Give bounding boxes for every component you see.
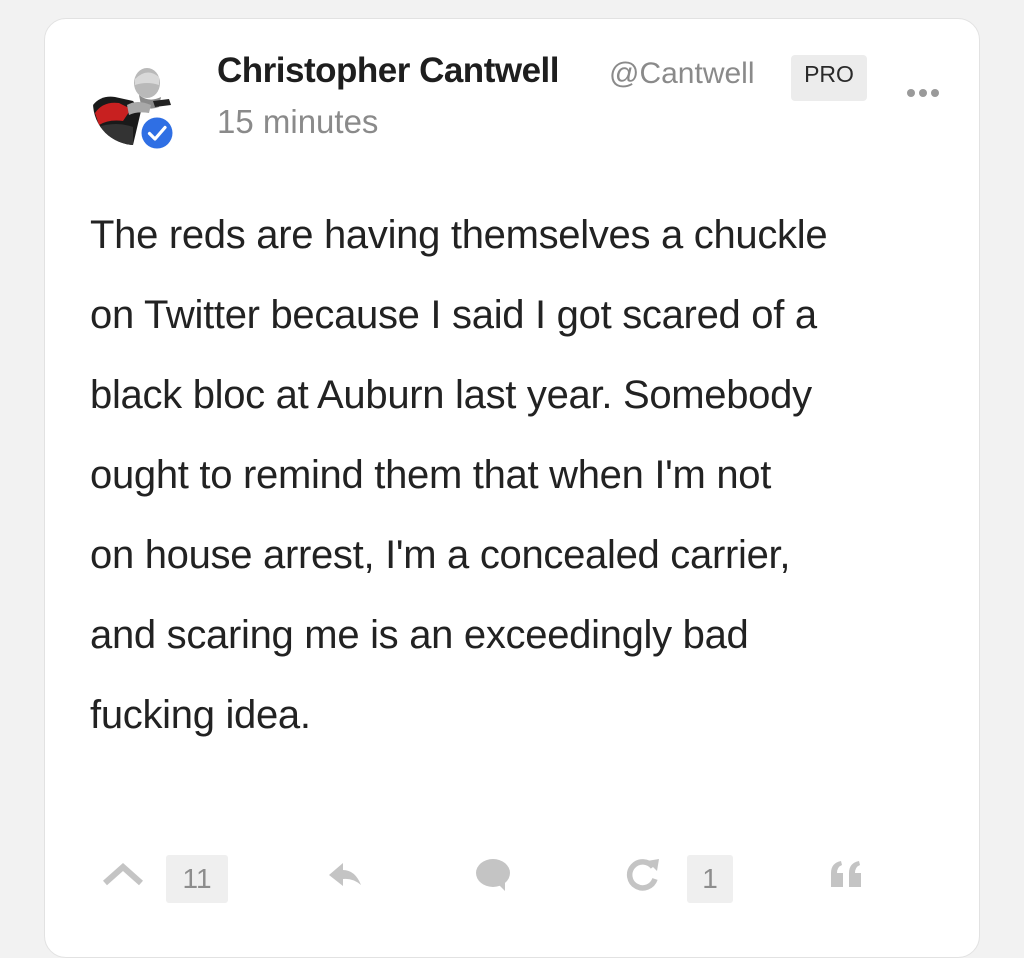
upvote-button[interactable]	[101, 851, 145, 897]
post-text-line: The reds are having themselves a chuckle	[90, 213, 828, 257]
pro-badge: PRO	[791, 55, 867, 101]
chevron-up-icon	[103, 862, 143, 886]
author-name[interactable]: Christopher Cantwell	[217, 51, 559, 91]
comment-button[interactable]	[473, 851, 513, 897]
comment-bubble-icon	[476, 859, 510, 891]
upvote-count: 11	[166, 855, 228, 903]
post-text-line: ought to remind them that when I'm not	[90, 453, 772, 497]
verified-badge-fill	[141, 117, 173, 149]
verified-badge-icon	[137, 113, 177, 153]
repost-icon	[626, 859, 659, 891]
post-text-line: and scaring me is an exceedingly bad	[90, 613, 749, 657]
post-card: Christopher Cantwell @Cantwell PRO 15 mi…	[44, 18, 980, 958]
reply-icon	[329, 863, 361, 886]
post-body: The reds are having themselves a chuckle…	[90, 195, 950, 755]
repost-button[interactable]	[623, 851, 663, 897]
more-options-icon[interactable]	[901, 81, 945, 105]
post-text-line: fucking idea.	[90, 693, 311, 737]
author-handle[interactable]: @Cantwell	[609, 57, 755, 91]
quote-icon	[831, 861, 861, 887]
post-text-line: on house arrest, I'm a concealed carrier…	[90, 533, 791, 577]
post-timestamp[interactable]: 15 minutes	[217, 103, 378, 141]
quote-button[interactable]	[829, 851, 869, 897]
repost-count: 1	[687, 855, 733, 903]
reply-button[interactable]	[325, 851, 365, 897]
post-text-line: black bloc at Auburn last year. Somebody	[90, 373, 812, 417]
post-text-line: on Twitter because I said I got scared o…	[90, 293, 817, 337]
